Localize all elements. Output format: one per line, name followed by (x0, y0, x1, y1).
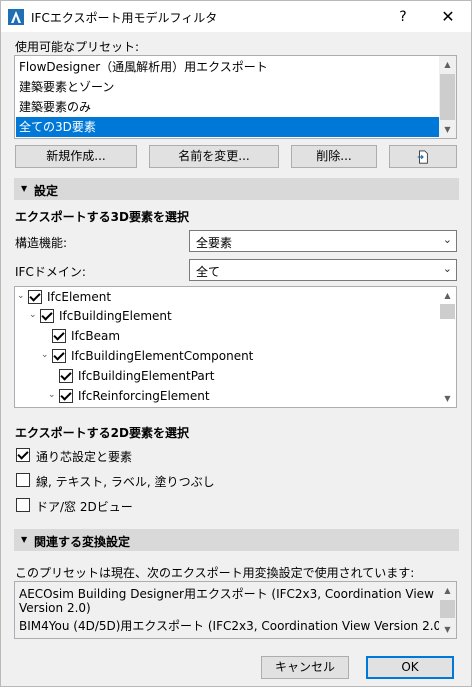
ifc-domain-dropdown[interactable]: 全て ⌄ (189, 259, 457, 281)
tree-item-ifcelement[interactable]: ⌄ IfcElement (17, 288, 437, 308)
presets-list[interactable]: FlowDesigner（通風解析用）用エクスポート 建築要素とゾーン 建築要素… (14, 55, 457, 139)
tree-checkbox[interactable] (28, 290, 42, 304)
expand-chevron-icon[interactable]: ⌄ (41, 350, 49, 360)
import-export-button[interactable] (389, 145, 457, 168)
app-logo-icon (8, 9, 24, 25)
ifc-domain-label: IFCドメイン: (15, 265, 86, 279)
ok-button[interactable]: OK (366, 656, 454, 679)
tree-item-ifcbuildingelement[interactable]: ⌄ IfcBuildingElement (29, 307, 437, 327)
select-2d-title: エクスポートする2D要素を選択 (15, 426, 189, 440)
related-description: このプリセットは現在、次のエクスポート用変換設定で使用されています: (15, 566, 415, 580)
tree-item-label: IfcReinforcingElement (78, 389, 210, 403)
tree-item-ifcbuildingelementpart[interactable]: IfcBuildingElementPart (53, 367, 437, 387)
preset-item-building-zones[interactable]: 建築要素とゾーン (16, 77, 441, 97)
collapse-triangle-icon: ▼ (21, 535, 28, 544)
chevron-down-icon: ⌄ (442, 262, 452, 275)
tree-checkbox[interactable] (59, 389, 73, 403)
tree-item-label: IfcBuildingElement (59, 309, 172, 323)
presets-scrollbar[interactable]: ▲ ▼ (439, 56, 456, 138)
preset-item-building-only[interactable]: 建築要素のみ (16, 97, 441, 117)
option-label: ドア/窓 2Dビュー (36, 500, 133, 514)
related-line: AECOsim Building Designer用エクスポート (IFC2x3… (19, 587, 434, 601)
settings-section-header[interactable]: ▼ 設定 (14, 178, 459, 200)
option-checkbox[interactable] (16, 448, 30, 462)
tree-scrollbar[interactable]: ▲ ▼ (439, 287, 456, 407)
tree-item-ifcbuildingelementcomponent[interactable]: ⌄ IfcBuildingElementComponent (41, 347, 437, 367)
close-button[interactable]: ✕ (433, 5, 463, 29)
delete-preset-button[interactable]: 削除... (291, 145, 377, 168)
related-section-header[interactable]: ▼ 関連する変換設定 (14, 529, 459, 551)
select-3d-title: エクスポートする3D要素を選択 (15, 210, 189, 224)
preset-item-flowdesigner[interactable]: FlowDesigner（通風解析用）用エクスポート (16, 57, 441, 77)
tree-item-label: IfcBuildingElementPart (78, 369, 215, 383)
scroll-up-icon[interactable]: ▲ (439, 56, 456, 73)
option-checkbox[interactable] (16, 498, 30, 512)
tree-checkbox[interactable] (40, 309, 54, 323)
related-translators-list[interactable]: AECOsim Building Designer用エクスポート (IFC2x3… (14, 581, 457, 639)
scroll-down-icon[interactable]: ▼ (439, 390, 456, 407)
expand-chevron-icon[interactable]: ⌄ (29, 310, 37, 320)
new-preset-button[interactable]: 新規作成... (15, 145, 137, 168)
tree-checkbox[interactable] (59, 369, 73, 383)
help-button[interactable]: ? (391, 5, 415, 29)
structure-function-dropdown[interactable]: 全要素 ⌄ (189, 230, 457, 252)
chevron-down-icon: ⌄ (442, 233, 452, 246)
scroll-thumb[interactable] (440, 304, 455, 319)
structure-function-value: 全要素 (196, 236, 233, 250)
tree-item-label: IfcElement (47, 290, 112, 304)
tree-item-ifcbeam[interactable]: IfcBeam (41, 327, 437, 347)
option-label: 線, テキスト, ラベル, 塗りつぶし (36, 475, 215, 489)
tree-checkbox[interactable] (52, 329, 66, 343)
tree-checkbox[interactable] (52, 349, 66, 363)
related-scrollbar[interactable]: ▲ ▼ (439, 582, 456, 638)
cancel-button[interactable]: キャンセル (261, 656, 349, 679)
tree-item-label: IfcBeam (71, 329, 121, 343)
option-checkbox[interactable] (16, 473, 30, 487)
presets-label: 使用可能なプリセット: (15, 40, 140, 54)
tree-item-ifcreinforcingelement[interactable]: ⌄ IfcReinforcingElement (48, 387, 437, 407)
scroll-thumb[interactable] (440, 600, 455, 618)
related-line: Version 2.0) (19, 601, 91, 615)
preset-item-all-3d[interactable]: 全ての3D要素 (16, 117, 441, 137)
ifc-domain-value: 全て (196, 265, 221, 279)
window-title: IFCエクスポート用モデルフィルタ (31, 11, 218, 25)
rename-preset-button[interactable]: 名前を変更... (149, 145, 279, 168)
collapse-triangle-icon: ▼ (21, 184, 28, 193)
structure-function-label: 構造機能: (15, 236, 68, 250)
title-bar: IFCエクスポート用モデルフィルタ ? ✕ (1, 1, 471, 32)
scroll-thumb[interactable] (440, 74, 455, 120)
import-file-icon (417, 150, 428, 164)
ifc-element-tree[interactable]: ⌄ IfcElement ⌄ IfcBuildingElement IfcBea… (14, 286, 457, 408)
scroll-up-icon[interactable]: ▲ (439, 582, 456, 599)
expand-chevron-icon[interactable]: ⌄ (17, 291, 25, 301)
dialog-window: IFCエクスポート用モデルフィルタ ? ✕ 使用可能なプリセット: FlowDe… (0, 0, 472, 687)
related-line: BIM4You (4D/5D)用エクスポート (IFC2x3, Coordina… (19, 619, 446, 633)
expand-chevron-icon[interactable]: ⌄ (48, 390, 56, 400)
scroll-up-icon[interactable]: ▲ (439, 287, 456, 304)
scroll-down-icon[interactable]: ▼ (439, 121, 456, 138)
settings-section-title: 設定 (34, 184, 59, 198)
scroll-down-icon[interactable]: ▼ (439, 621, 456, 638)
related-section-title: 関連する変換設定 (34, 535, 131, 549)
option-label: 通り芯設定と要素 (36, 450, 133, 464)
tree-item-label: IfcBuildingElementComponent (71, 349, 254, 363)
